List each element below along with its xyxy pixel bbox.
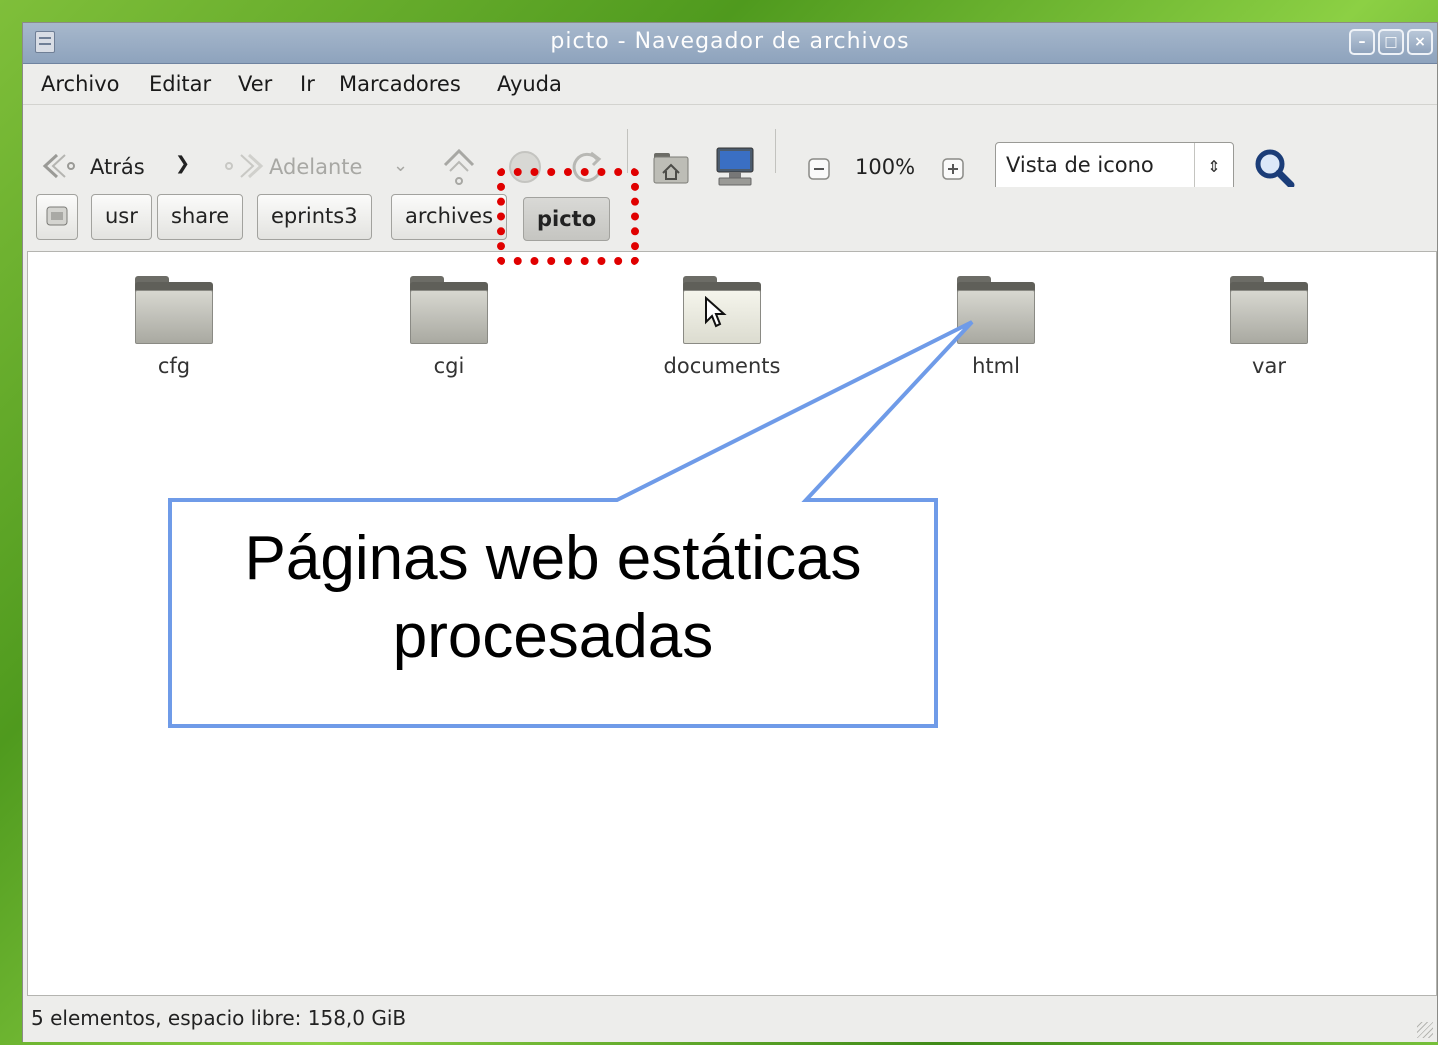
callout-line-1: Páginas web estáticas [244,524,862,593]
callout-text: Páginas web estáticas procesadas [172,520,934,676]
callout-line-2: procesadas [392,602,714,671]
